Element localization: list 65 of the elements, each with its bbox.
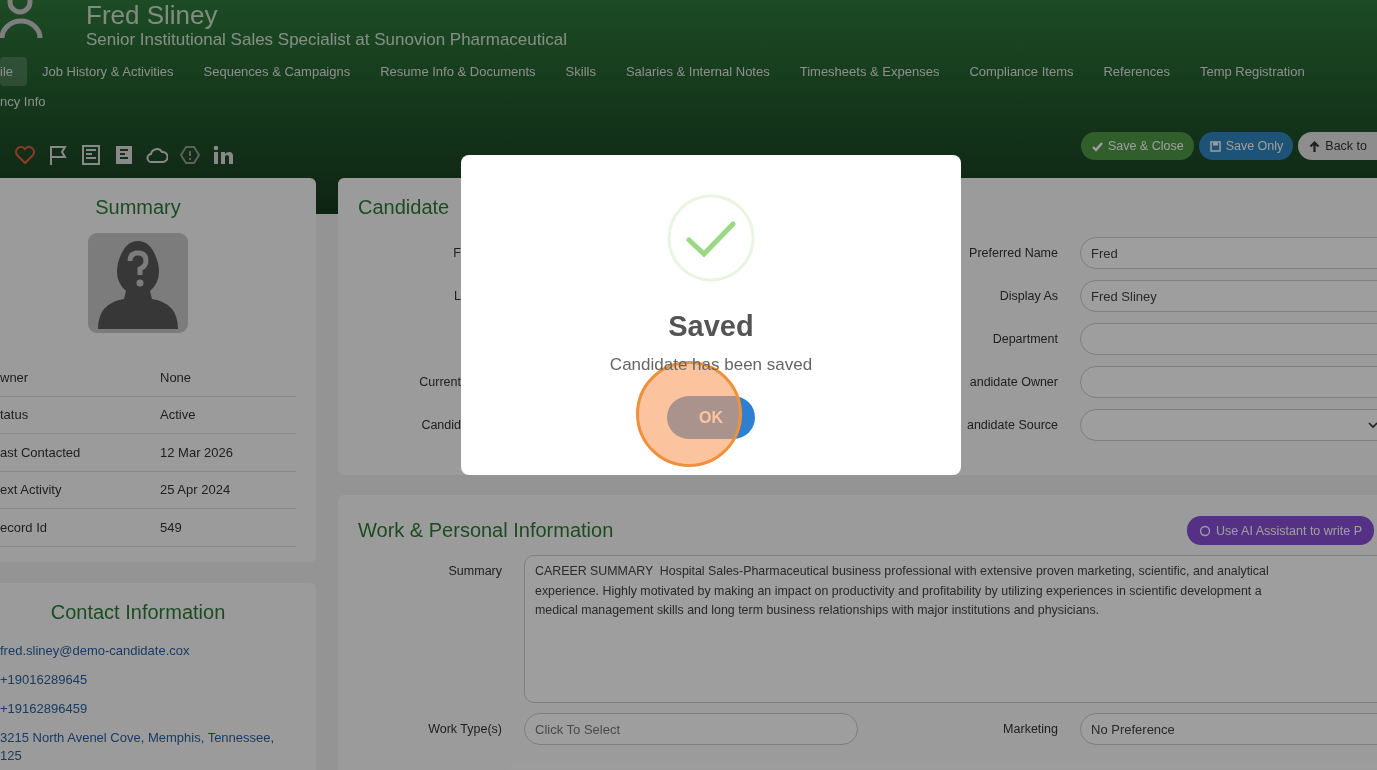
chevron-down-icon: [1367, 419, 1377, 431]
flag-icon[interactable]: [47, 144, 69, 166]
nav-tab[interactable]: Resume Info & Documents: [365, 56, 551, 86]
field-label: andidate Source: [966, 418, 1058, 432]
select-field[interactable]: [1080, 409, 1377, 441]
select-field[interactable]: No Preference: [1080, 713, 1377, 745]
nav-tab[interactable]: Sequences & Campaigns: [188, 56, 366, 86]
input-field[interactable]: Fred: [1080, 237, 1377, 269]
input-field[interactable]: Click To Select: [524, 713, 858, 745]
field-label: Department: [992, 332, 1058, 346]
nav-tab[interactable]: References: [1088, 56, 1185, 86]
field-label: Work Type(s): [428, 722, 502, 736]
field-value: None: [160, 369, 192, 385]
avatar-placeholder-icon: [88, 233, 188, 333]
nav-tab[interactable]: Job History & Activities: [27, 56, 189, 86]
contact-link[interactable]: +19016289645: [0, 671, 316, 689]
nav-tab[interactable]: ncy Info: [0, 86, 61, 116]
candidate-name: Fred Sliney: [86, 0, 219, 30]
field-label: Candid: [421, 418, 461, 432]
field-label: wner: [0, 369, 30, 385]
field-value: 12 Mar 2026: [160, 444, 233, 460]
field-label: Display As: [999, 289, 1058, 303]
field-label: F: [453, 246, 461, 260]
input-field[interactable]: Fred Sliney: [1080, 280, 1377, 312]
chat-bubble-icon: [1199, 524, 1212, 537]
save-button[interactable]: Save Only: [1198, 132, 1294, 160]
card-title: Summary: [94, 196, 182, 219]
nav-tab[interactable]: Skills: [550, 56, 611, 86]
document-filled-icon[interactable]: [113, 144, 135, 166]
field-label: ecord Id: [0, 519, 48, 535]
ai-assistant-button[interactable]: Use AI Assistant to write P: [1187, 516, 1374, 545]
nav-tab[interactable]: Temp Registration: [1184, 56, 1320, 86]
field-label: L: [454, 289, 461, 303]
contact-link[interactable]: 3215 North Avenel Cove, Memphis, Tennessee, 125: [0, 729, 316, 765]
card-title: Candidate: [358, 196, 451, 219]
nav-tab[interactable]: Salaries & Internal Notes: [610, 56, 785, 86]
field-label: Summary: [448, 564, 502, 578]
nav-tab[interactable]: Compliance Items: [954, 56, 1089, 86]
document-icon[interactable]: [80, 144, 102, 166]
contact-link[interactable]: fred.sliney@demo-candidate.cox: [0, 642, 316, 660]
dialog-title: Saved: [668, 310, 754, 343]
input-field[interactable]: [1080, 366, 1377, 398]
field-label: Preferred Name: [969, 246, 1058, 260]
input-field[interactable]: [1080, 323, 1377, 355]
field-value: Active: [160, 407, 196, 423]
candidate-title: Senior Institutional Sales Specialist at Sunovion Pharmaceutical: [86, 30, 567, 50]
field-label: tatus: [0, 407, 30, 423]
arrow-up-icon: [1308, 139, 1322, 153]
field-value: 25 Apr 2024: [160, 482, 231, 498]
field-label: andidate Owner: [969, 375, 1058, 389]
field-label: ast Contacted: [0, 444, 82, 460]
summary-textarea[interactable]: CAREER SUMMARY Hospital Sales-Pharmaceutical business professional with extensive proven marketing, scientific, and analytical experience. Highly motivated by making an impact on productivity and profitability by utilizing experiences in scientific development a medical management skills and long term business relationships with major institutions and physicians.: [524, 555, 1377, 703]
save-close-button[interactable]: Save & Close: [1080, 132, 1194, 160]
contact-link[interactable]: +19162896459: [0, 700, 316, 718]
field-label: Marketing: [1003, 722, 1058, 736]
success-check-icon: [667, 194, 755, 282]
card-title: Contact Information: [49, 601, 227, 624]
card-title: Work & Personal Information: [358, 519, 614, 542]
alert-icon[interactable]: [179, 144, 201, 166]
field-label: ext Activity: [0, 482, 63, 498]
back-button[interactable]: Back to: [1298, 132, 1377, 160]
field-value: 549: [160, 519, 182, 535]
field-label: Current: [419, 375, 461, 389]
nav-tab[interactable]: Timesheets & Expenses: [784, 56, 955, 86]
linkedin-icon[interactable]: [212, 144, 234, 166]
